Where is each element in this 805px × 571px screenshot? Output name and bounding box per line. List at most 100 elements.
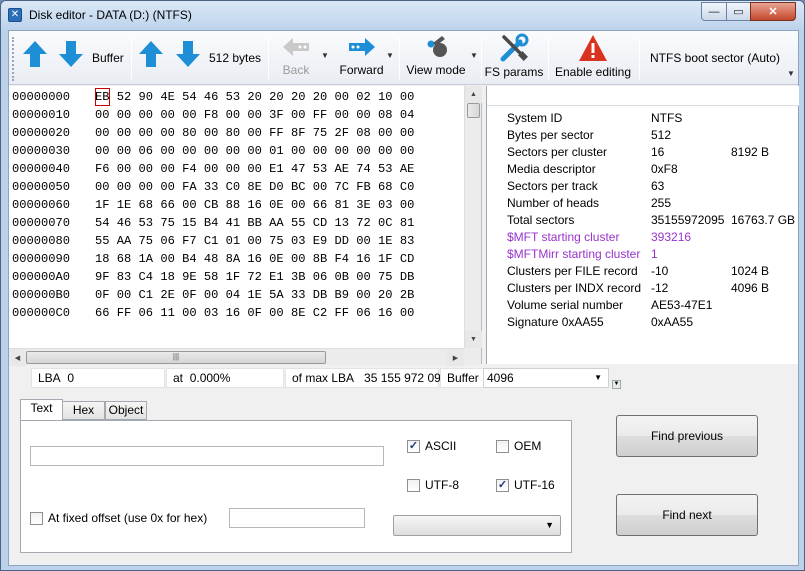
scroll-left-icon[interactable]: ◀ [9,349,26,366]
hex-bytes[interactable]: 1E 68 66 00 CB 88 16 0E 00 66 81 3E 03 0… [110,196,415,214]
scroll-right-icon[interactable]: ▶ [447,349,464,366]
sector-up-button[interactable] [137,39,165,89]
fixed-offset-checkbox[interactable]: At fixed offset (use 0x for hex) [30,511,207,525]
scroll-down-icon[interactable]: ▼ [465,331,482,348]
hex-row[interactable]: 00000080 55 AA 75 06 F7 C1 01 00 75 03 E9… [12,232,414,250]
info-value: 16 [651,145,665,159]
hex-row[interactable]: 00000020 00 00 00 00 80 00 80 00 FF 8F 75… [12,124,414,142]
hex-bytes[interactable]: 46 53 75 15 B4 41 BB AA 55 CD 13 72 0C 8… [110,214,415,232]
hex-offset: 000000C0 [12,306,71,320]
hex-row[interactable]: 00000030 00 00 06 00 00 00 00 00 01 00 00… [12,142,414,160]
buffer-down-button[interactable] [57,39,85,89]
checkbox-icon: ✓ [496,478,509,492]
lba-field[interactable]: LBA 0 [31,368,165,388]
enable-editing-button[interactable]: Enable editing [554,33,632,83]
info-key: System ID [507,111,563,125]
hex-byte[interactable]: 1F [95,196,110,214]
utf8-checkbox[interactable]: UTF-8 [407,478,459,492]
find-previous-button[interactable]: Find previous [616,415,758,457]
hex-view[interactable]: 00000000 EB 52 90 4E 54 46 53 20 20 20 20… [9,86,482,366]
text-search-panel: ✓ ASCII OEM UTF-8 ✓ UTF-16 At fixed offset… [20,420,572,553]
hex-bytes[interactable]: 52 90 4E 54 46 53 20 20 20 20 00 02 10 0… [110,88,415,106]
hex-byte[interactable]: 54 [95,214,110,232]
minimize-button[interactable]: — [701,2,727,21]
hex-vertical-scrollbar[interactable]: ▲ ▼ [464,86,482,348]
hex-bytes[interactable]: 00 00 00 80 00 80 00 FF 8F 75 2F 08 00 0… [110,124,415,142]
info-row: Bytes per sector 512 [507,128,801,145]
hex-bytes[interactable]: 68 1A 00 B4 48 8A 16 0E 00 8B F4 16 1F C… [110,250,415,268]
hex-row[interactable]: 00000070 54 46 53 75 15 B4 41 BB AA 55 CD… [12,214,414,232]
info-value: 35155972095 [651,213,725,227]
hex-byte[interactable]: 66 [95,304,110,322]
vertical-scroll-thumb[interactable] [467,103,480,118]
tab-object[interactable]: Object [105,401,147,420]
hex-bytes[interactable]: AA 75 06 F7 C1 01 00 75 03 E9 DD 00 1E 8… [110,232,415,250]
hex-byte[interactable]: 00 [95,178,110,196]
hex-byte[interactable]: 00 [95,106,110,124]
tab-hex[interactable]: Hex [62,401,105,420]
hex-byte[interactable]: F6 [95,160,110,178]
back-dropdown-icon[interactable]: ▼ [321,51,329,60]
hex-byte[interactable]: EB [95,88,110,106]
forward-dropdown-icon[interactable]: ▼ [386,51,394,60]
toolbar-grip[interactable] [12,37,15,81]
hex-byte[interactable]: 9F [95,268,110,286]
hex-offset: 00000010 [12,108,71,122]
hex-bytes[interactable]: 00 00 00 FA 33 C0 8E D0 BC 00 7C FB 68 C… [110,178,415,196]
fs-params-button[interactable]: FS params [483,33,545,83]
app-icon: ✕ [8,8,22,22]
info-row: Sectors per cluster 16 8192 B [507,145,801,162]
hex-row[interactable]: 00000040 F6 00 00 00 F4 00 00 00 E1 47 53… [12,160,414,178]
hex-row[interactable]: 00000050 00 00 00 00 FA 33 C0 8E D0 BC 00… [12,178,414,196]
horizontal-scroll-thumb[interactable]: ||| [26,351,326,364]
hex-bytes[interactable]: FF 06 11 00 03 16 0F 00 8E C2 FF 06 16 0… [110,304,415,322]
back-button[interactable]: Back [275,33,317,83]
ascii-checkbox[interactable]: ✓ ASCII [407,439,456,453]
forward-button[interactable]: Forward [334,33,389,83]
position-bar-overflow-icon[interactable]: ▼ [612,380,621,389]
close-button[interactable]: ✕ [750,2,796,21]
view-mode-button[interactable]: View mode [404,33,468,83]
hex-bytes[interactable]: 00 00 00 F4 00 00 00 E1 47 53 AE 74 53 A… [110,160,415,178]
hex-offset: 00000090 [12,252,71,266]
hex-row[interactable]: 00000090 18 68 1A 00 B4 48 8A 16 0E 00 8B… [12,250,414,268]
hex-row[interactable]: 00000010 00 00 00 00 00 F8 00 00 3F 00 FF… [12,106,414,124]
view-mode-dropdown-icon[interactable]: ▼ [470,51,478,60]
hex-byte[interactable]: 18 [95,250,110,268]
search-text-input[interactable] [30,446,384,466]
info-value: AE53-47E1 [651,298,713,312]
hex-byte[interactable]: 55 [95,232,110,250]
template-selector[interactable]: NTFS boot sector (Auto) [650,51,780,65]
arrow-down-icon [176,41,200,67]
hex-row[interactable]: 000000B0 0F 00 C1 2E 0F 00 04 1E 5A 33 DB… [12,286,414,304]
hex-bytes[interactable]: 00 C1 2E 0F 00 04 1E 5A 33 DB B9 00 20 2… [110,286,415,304]
encoding-combo[interactable]: ▼ [393,515,561,536]
info-value: 0xF8 [651,162,678,176]
utf16-checkbox[interactable]: ✓ UTF-16 [496,478,555,492]
utf16-label: UTF-16 [514,478,555,492]
hex-byte[interactable]: 00 [95,142,110,160]
hex-bytes[interactable]: 00 06 00 00 00 00 00 01 00 00 00 00 00 0… [110,142,415,160]
fixed-offset-input[interactable] [229,508,365,528]
hex-bytes[interactable]: 83 C4 18 9E 58 1F 72 E1 3B 06 0B 00 75 D… [110,268,415,286]
buffer-size-select[interactable]: 4096 ▼ [483,368,609,388]
hex-byte[interactable]: 00 [95,124,110,142]
hex-row[interactable]: 00000000 EB 52 90 4E 54 46 53 20 20 20 20… [12,88,414,106]
toolbar-overflow-icon[interactable]: ▼ [787,69,795,78]
hex-horizontal-scrollbar[interactable]: ◀ ||| ▶ [9,348,464,366]
sector-down-button[interactable] [174,39,202,89]
oem-checkbox[interactable]: OEM [496,439,541,453]
maximize-button[interactable]: ▭ [726,2,751,21]
hex-row[interactable]: 000000C0 66 FF 06 11 00 03 16 0F 00 8E C2… [12,304,414,322]
tab-text[interactable]: Text [20,399,63,421]
info-key: $MFT starting cluster [507,230,620,244]
hex-row[interactable]: 000000A0 9F 83 C4 18 9E 58 1F 72 E1 3B 06… [12,268,414,286]
hex-row[interactable]: 00000060 1F 1E 68 66 00 CB 88 16 0E 00 66… [12,196,414,214]
info-value: 393216 [651,230,692,244]
hex-bytes[interactable]: 00 00 00 00 F8 00 00 3F 00 FF 00 00 08 0… [110,106,415,124]
buffer-up-button[interactable] [21,39,49,89]
find-next-button[interactable]: Find next [616,494,758,536]
scroll-up-icon[interactable]: ▲ [465,86,482,103]
hex-byte[interactable]: 0F [95,286,110,304]
client-area: Buffer 512 bytes Back ▼ Forward ▼ View m… [8,30,799,566]
